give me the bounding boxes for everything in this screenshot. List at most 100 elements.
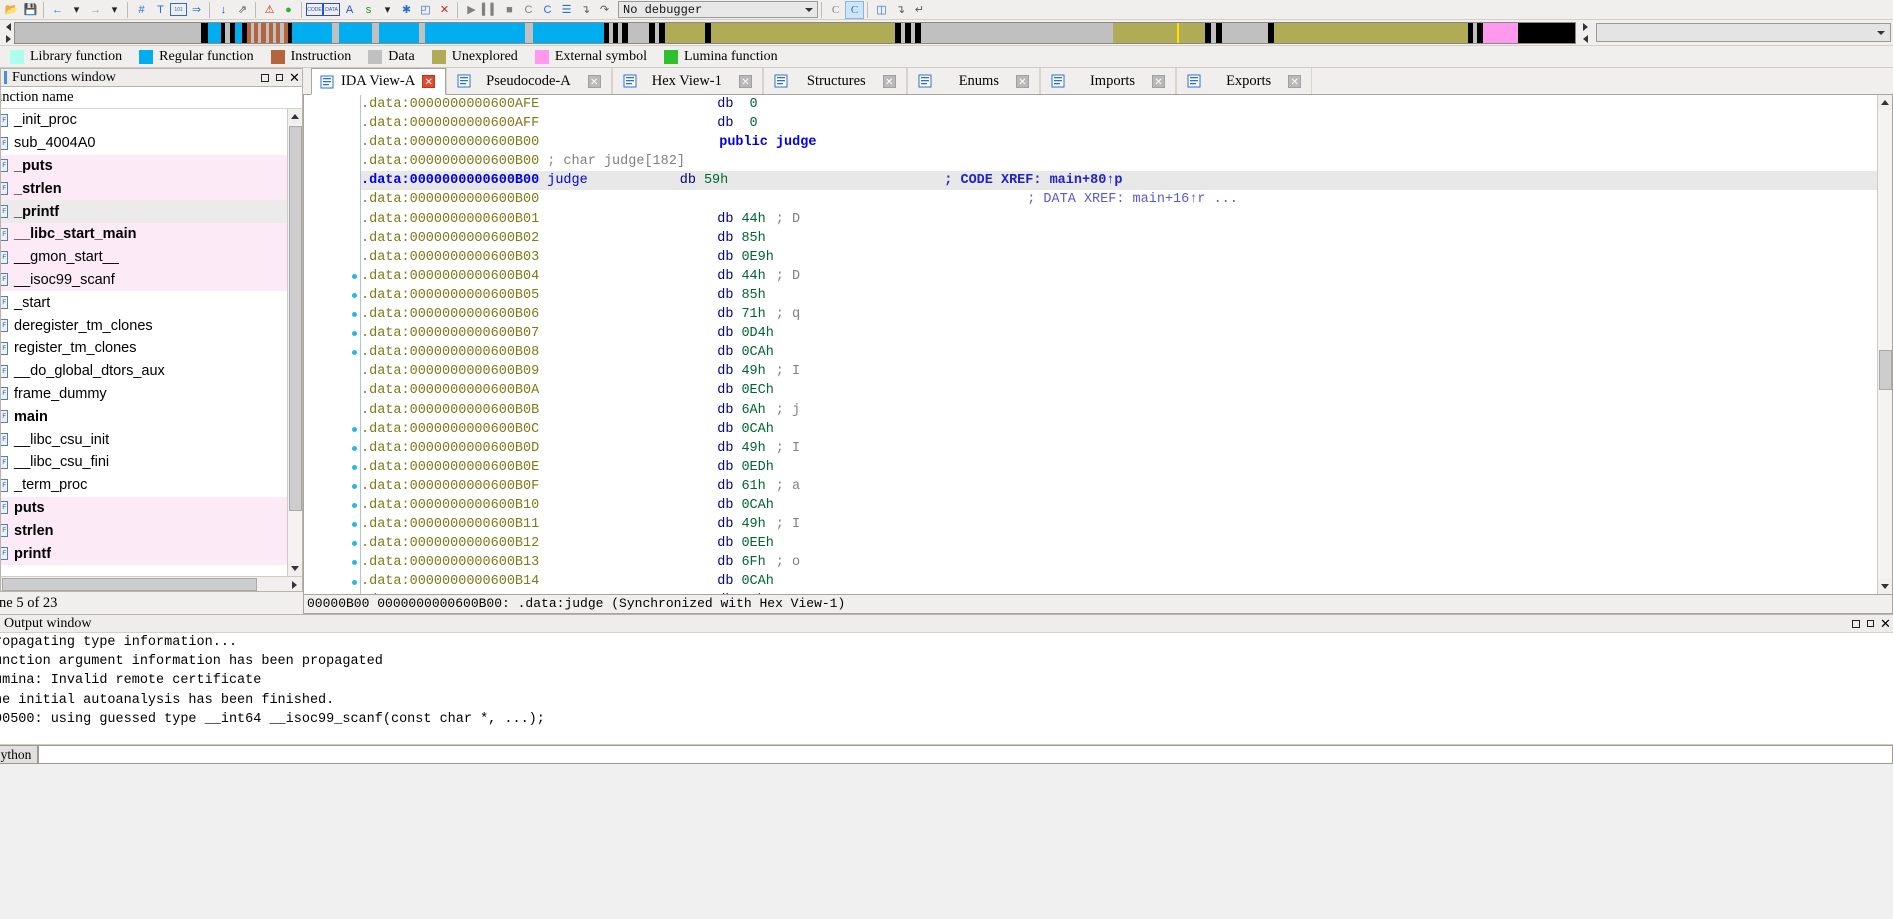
disassembly-line[interactable]: .data:0000000000600B09 db 49h ; I <box>361 362 1877 381</box>
close-icon[interactable]: ✕ <box>1878 616 1893 631</box>
make-code-icon[interactable]: # <box>132 1 151 19</box>
disassembly-line[interactable]: .data:0000000000600B07 db 0D4h <box>361 324 1877 343</box>
functions-list[interactable]: F _init_proc Fsub_4004A0 F _puts F _strlen F _pr… <box>0 109 303 576</box>
back-arrow-icon[interactable]: ← <box>48 1 67 19</box>
disassembly-line[interactable]: .data:0000000000600B0B db 6Ah ; j <box>361 401 1877 420</box>
data-view-icon[interactable]: DATA <box>323 3 340 16</box>
forward-arrow-icon[interactable]: → <box>86 1 105 19</box>
disassembly-line[interactable]: .data:0000000000600B15 db 49h ; I <box>361 591 1877 594</box>
disassembly-line[interactable]: .data:0000000000600B05 db 85h <box>361 286 1877 305</box>
tab-structures[interactable]: Structures ✕ <box>762 68 907 94</box>
functions-hscrollbar[interactable] <box>0 576 303 592</box>
tab-close-icon[interactable]: ✕ <box>1015 74 1029 88</box>
disassembly-line[interactable]: .data:0000000000600B0F db 61h ; a <box>361 477 1877 496</box>
function-list-item[interactable]: F _strlen <box>1 177 287 201</box>
back-dropdown-icon[interactable]: ▾ <box>67 1 86 19</box>
disassembly-line[interactable]: .data:0000000000600B06 db 71h ; q <box>361 305 1877 324</box>
disassembly-line[interactable]: .data:0000000000600B03 db 0E9h <box>361 248 1877 267</box>
functions-column-header[interactable]: unction name <box>0 87 303 109</box>
list-icon[interactable]: ◫ <box>872 1 891 19</box>
tab-close-icon[interactable]: ✕ <box>882 74 896 88</box>
c-source-icon[interactable]: C <box>826 1 845 19</box>
function-list-item[interactable]: F __do_global_dtors_aux <box>1 360 287 383</box>
stop-icon[interactable]: ■ <box>500 1 519 19</box>
scroll-up-button[interactable] <box>287 109 302 124</box>
function-list-item[interactable]: Fsub_4004A0 <box>1 132 287 155</box>
jump-icon[interactable]: ⇒ <box>187 1 206 19</box>
struct-dropdown-icon[interactable]: ▾ <box>378 1 397 19</box>
tab-close-icon[interactable]: ✕ <box>1288 74 1302 88</box>
tab-enums[interactable]: Enums ✕ <box>906 68 1040 94</box>
undefine-icon[interactable]: ✱ <box>397 1 416 19</box>
output-window-titlebar[interactable]: Output window ✕ <box>0 614 1893 633</box>
function-list-item[interactable]: Fderegister_tm_clones <box>1 314 287 337</box>
disassembly-line[interactable]: .data:0000000000600B13 db 6Fh ; o <box>361 553 1877 572</box>
output-log[interactable]: ropagating type information... unction ar… <box>0 633 1893 744</box>
function-list-item[interactable]: F _term_proc <box>1 474 287 497</box>
tab-close-icon[interactable]: ✕ <box>422 75 436 88</box>
functions-list-scrollbar[interactable] <box>287 109 302 576</box>
tab-pseudocode-a[interactable]: Pseudocode-A ✕ <box>446 68 612 94</box>
function-list-item[interactable]: F __gmon_start__ <box>1 245 287 269</box>
tab-imports[interactable]: Imports ✕ <box>1039 68 1177 94</box>
navigation-band[interactable] <box>14 21 1576 44</box>
c-source-icon[interactable]: C <box>519 1 538 19</box>
navband-scroll-left[interactable] <box>2 21 14 45</box>
step-over-icon[interactable]: ↵ <box>910 1 929 19</box>
make-string-icon[interactable]: T <box>151 1 170 19</box>
disassembly-line[interactable]: .data:0000000000600B14 db 0CAh <box>361 572 1877 591</box>
delete-icon[interactable]: ✕ <box>435 1 454 19</box>
hscroll-right-button[interactable] <box>287 578 301 591</box>
tab-close-icon[interactable]: ✕ <box>587 74 601 88</box>
disassembly-line[interactable]: .data:0000000000600B11 db 49h ; I <box>361 515 1877 534</box>
disassembly-line[interactable]: .data:0000000000600B01 db 44h ; D <box>361 210 1877 229</box>
jump-down-icon[interactable]: ↓ <box>214 1 233 19</box>
address-combo[interactable] <box>1596 23 1891 42</box>
list-icon[interactable]: ☰ <box>557 1 576 19</box>
line-label[interactable]: judge <box>547 171 588 190</box>
disassembly-line[interactable]: .data:0000000000600B00 ; char judge[182] <box>361 152 1877 171</box>
dock-button[interactable] <box>1863 616 1878 631</box>
scroll-up-button[interactable] <box>1877 95 1892 110</box>
open-folder-icon[interactable]: 📂 <box>2 1 21 19</box>
scroll-down-button[interactable] <box>287 561 302 576</box>
scrollbar-thumb[interactable] <box>288 126 302 511</box>
function-list-item[interactable]: Fmain <box>1 405 287 428</box>
ascii-view-icon[interactable]: A <box>340 1 359 19</box>
function-list-item[interactable]: F _printf <box>1 200 287 223</box>
scrollbar-track[interactable] <box>1877 110 1892 579</box>
disassembly-line[interactable]: .data:0000000000600AFF db 0 <box>361 114 1877 133</box>
hscrollbar-thumb[interactable] <box>2 578 257 591</box>
function-list-item[interactable]: Fprintf <box>1 542 287 565</box>
disassembly-line[interactable]: .data:0000000000600B02 db 85h <box>361 229 1877 248</box>
disassembly-scrollbar[interactable] <box>1877 95 1892 594</box>
function-list-item[interactable]: F __libc_csu_fini <box>1 451 287 474</box>
function-list-item[interactable]: Fregister_tm_clones <box>1 337 287 360</box>
functions-window-titlebar[interactable]: Functions window ✕ <box>0 68 303 87</box>
scrollbar-thumb[interactable] <box>1878 350 1892 390</box>
function-list-item[interactable]: F _start <box>1 291 287 314</box>
tab-close-icon[interactable]: ✕ <box>738 74 752 88</box>
make-data-icon[interactable]: 101 <box>170 3 187 16</box>
disassembly-line[interactable]: .data:0000000000600B12 db 0EEh <box>361 534 1877 553</box>
tab-close-icon[interactable]: ✕ <box>1152 74 1166 88</box>
disassembly-line[interactable]: .data:0000000000600B0C db 0CAh <box>361 420 1877 439</box>
step-into-icon[interactable]: ↴ <box>891 1 910 19</box>
warning-icon[interactable]: ⚠ <box>260 1 279 19</box>
function-list-item[interactable]: Fputs <box>1 496 287 520</box>
tab-exports[interactable]: Exports ✕ <box>1176 68 1313 94</box>
disassembly-line[interactable]: .data:0000000000600B10 db 0CAh <box>361 496 1877 515</box>
disassembly-line[interactable]: .data:0000000000600B00 public judge <box>361 133 1877 152</box>
disassembly-line[interactable]: .data:0000000000600B04 db 44h ; D <box>361 267 1877 286</box>
disassembly-line[interactable]: .data:0000000000600B00 judge db 59h ; CODE X… <box>361 171 1877 191</box>
disassembly-line[interactable]: .data:0000000000600B0E db 0EDh <box>361 458 1877 477</box>
close-icon[interactable]: ✕ <box>287 70 302 85</box>
function-list-item[interactable]: F __libc_csu_init <box>1 428 287 451</box>
forward-dropdown-icon[interactable]: ▾ <box>105 1 124 19</box>
save-icon[interactable]: 💾 <box>21 1 40 19</box>
tab-hex-view-1[interactable]: Hex View-1 ✕ <box>611 68 763 94</box>
disassembly-line[interactable]: .data:0000000000600B0D db 49h ; I <box>361 439 1877 458</box>
no-jump-icon[interactable]: ⇗ <box>233 1 252 19</box>
disassembly-lines[interactable]: .data:0000000000600AFE db 0 .data:000000000… <box>360 95 1877 594</box>
run-debug-icon[interactable]: ▶ <box>462 1 481 19</box>
